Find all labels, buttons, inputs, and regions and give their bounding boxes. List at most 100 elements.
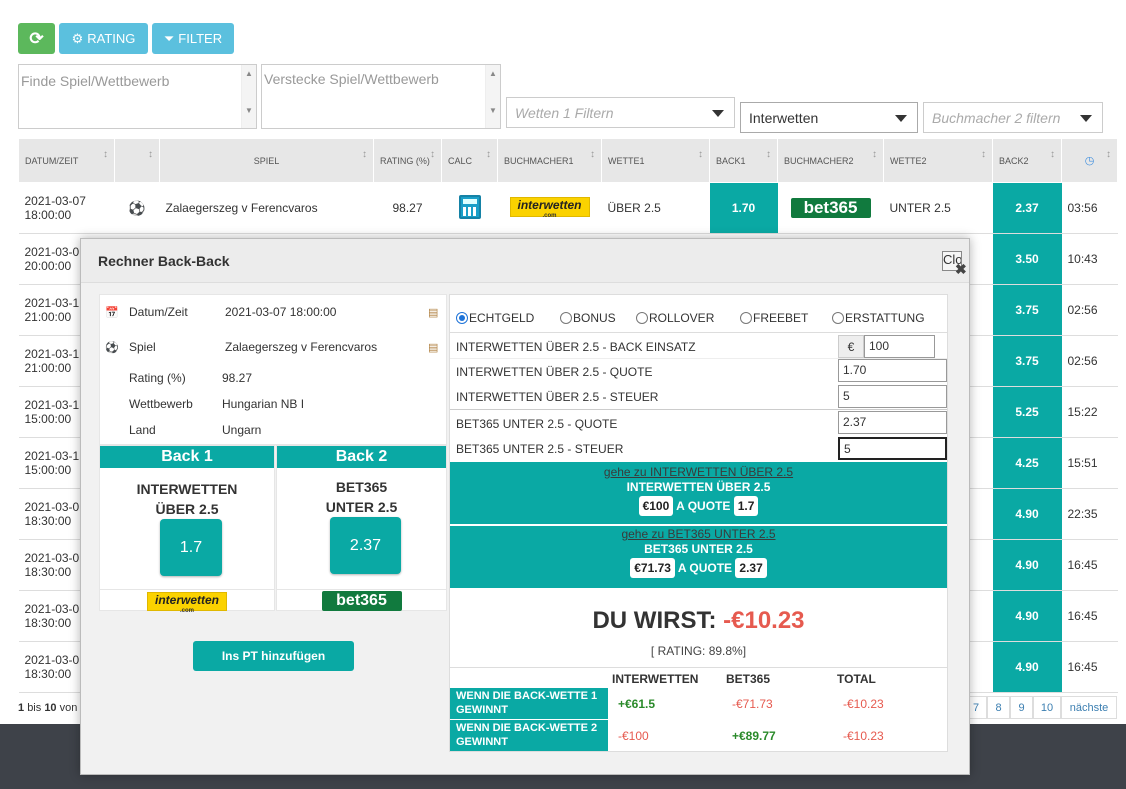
col-header-calc[interactable]: CALC ↕ <box>441 138 498 183</box>
summary-row2-v2: +€89.77 <box>732 729 776 743</box>
table-row[interactable]: 2021-03-07 18:00:00 ⚽ Zalaegerszeg v Fere… <box>18 182 1118 234</box>
info-land-label: Land <box>129 423 156 437</box>
row-back2[interactable]: 4.90 <box>992 539 1062 591</box>
info-wettbewerb-value: Hungarian NB I <box>222 397 305 411</box>
sort-icon: ↕ <box>1106 149 1111 160</box>
mode-bonus[interactable]: BONUS <box>560 311 616 325</box>
copy-icon[interactable]: ▤ <box>428 306 438 319</box>
find-game-input[interactable]: Finde Spiel/Wettbewerb ▲ ▼ <box>18 64 257 129</box>
col-header-bookmaker1[interactable]: BUCHMACHER1 ↕ <box>497 138 602 183</box>
radio-icon <box>636 312 648 324</box>
add-to-pt-button[interactable]: Ins PT hinzufügen <box>193 641 354 671</box>
col-header-bet2[interactable]: WETTE2 ↕ <box>883 138 993 183</box>
go2-stake: €71.73 <box>630 558 675 578</box>
result-line: DU WIRST: -€10.23 <box>450 607 947 635</box>
row-bookmaker1-logo[interactable]: interwetten .com <box>497 182 602 234</box>
row-timer: 02:56 <box>1061 284 1118 336</box>
mode-echtgeld[interactable]: ECHTGELD <box>456 311 534 325</box>
row-back2[interactable]: 3.50 <box>992 233 1062 285</box>
back1-bet: ÜBER 2.5 <box>155 501 219 517</box>
col-header-rating[interactable]: RATING (%) ↕ <box>373 138 442 183</box>
sort-icon: ↕ <box>981 149 986 160</box>
go-bookmaker1-link[interactable]: gehe zu INTERWETTEN ÜBER 2.5 <box>450 465 947 479</box>
pagination-page-9[interactable]: 9 <box>1010 696 1033 719</box>
go-bookmaker2-link[interactable]: gehe zu BET365 UNTER 2.5 <box>450 527 947 541</box>
radio-icon <box>560 312 572 324</box>
quote1-input[interactable]: 1.70 <box>838 359 947 382</box>
row-back2[interactable]: 3.75 <box>992 284 1062 336</box>
col-header-bookmaker2[interactable]: BUCHMACHER2 ↕ <box>777 138 884 183</box>
row-back2[interactable]: 4.90 <box>992 590 1062 642</box>
hide-game-scrollbar[interactable]: ▲ ▼ <box>485 65 500 128</box>
col-header-back1[interactable]: BACK1 ↕ <box>709 138 778 183</box>
col-header-timer[interactable]: ◷ ↕ <box>1061 138 1118 183</box>
row-back2[interactable]: 4.25 <box>992 437 1062 489</box>
summary-header-bookmaker2: BET365 <box>726 672 771 686</box>
calculator-icon[interactable] <box>441 182 498 234</box>
bookmaker1-value: Interwetten <box>749 109 819 126</box>
info-spiel-value: Zalaegerszeg v Ferencvaros <box>225 340 378 354</box>
pagination-page-10[interactable]: 10 <box>1033 696 1061 719</box>
refresh-button[interactable]: ⟳ <box>18 23 55 54</box>
bet365-logo[interactable]: bet365 <box>321 591 402 611</box>
close-icon[interactable]: ✖ <box>955 261 967 278</box>
row-back2[interactable]: 3.75 <box>992 335 1062 387</box>
quote1-label: INTERWETTEN ÜBER 2.5 - QUOTE <box>456 365 653 379</box>
row-back2[interactable]: 4.90 <box>992 641 1062 693</box>
mode-rollover[interactable]: ROLLOVER <box>636 311 714 325</box>
wetten1-filter-select[interactable]: Wetten 1 Filtern <box>506 97 735 128</box>
row-timer: 02:56 <box>1061 335 1118 387</box>
mode-erstattung[interactable]: ERSTATTUNG <box>832 311 925 325</box>
mode-freebet[interactable]: FREEBET <box>740 311 808 325</box>
tax1-label: INTERWETTEN ÜBER 2.5 - STEUER <box>456 390 659 404</box>
info-datum-value: 2021-03-07 18:00:00 <box>225 305 337 319</box>
hide-game-input[interactable]: Verstecke Spiel/Wettbewerb ▲ ▼ <box>261 64 501 129</box>
row-back1[interactable]: 1.70 <box>709 182 778 234</box>
back1-odds-button[interactable]: 1.7 <box>160 519 222 576</box>
row-back2[interactable]: 5.25 <box>992 386 1062 438</box>
tax2-input[interactable]: 5 <box>838 437 947 460</box>
back1-panel: Back 1 INTERWETTEN ÜBER 2.5 1.7 interwet… <box>99 445 275 614</box>
col-header-game[interactable]: SPIEL ↕ <box>159 138 374 183</box>
soccer-ball-icon: ⚽ <box>105 341 119 354</box>
back2-odds-button[interactable]: 2.37 <box>330 517 401 574</box>
row-timer: 16:45 <box>1061 641 1118 693</box>
row-back2[interactable]: 4.90 <box>992 488 1062 540</box>
radio-icon <box>832 312 844 324</box>
result-label: DU WIRST: <box>592 607 717 634</box>
stake-input[interactable]: 100 <box>864 335 935 358</box>
filter-icon: ⏷ <box>163 30 175 46</box>
soccer-ball-icon: ⚽ <box>114 182 160 234</box>
sort-icon: ↕ <box>103 149 108 160</box>
back1-header: Back 1 <box>100 446 274 468</box>
find-game-scrollbar[interactable]: ▲ ▼ <box>241 65 256 128</box>
go2-odds: 2.37 <box>735 558 767 578</box>
event-info-panel: 📅 Datum/Zeit 2021-03-07 18:00:00 ▤ ⚽ Spi… <box>99 294 447 445</box>
col-header-date[interactable]: DATUM/ZEIT ↕ <box>18 138 115 183</box>
result-value: -€10.23 <box>723 607 805 634</box>
go1-odds: 1.7 <box>733 496 759 516</box>
row-datetime: 2021-03-07 18:00:00 <box>18 182 115 234</box>
stake-label: INTERWETTEN ÜBER 2.5 - BACK EINSATZ <box>456 340 696 354</box>
col-header-bet1[interactable]: WETTE1 ↕ <box>601 138 710 183</box>
pagination-page-8[interactable]: 8 <box>987 696 1010 719</box>
bookmaker1-select[interactable]: Interwetten <box>740 102 918 133</box>
col-header-sport[interactable]: ↕ <box>114 138 160 183</box>
col-header-back2[interactable]: BACK2 ↕ <box>992 138 1062 183</box>
rating-button-label: RATING <box>87 31 136 46</box>
sort-icon: ↕ <box>486 149 491 160</box>
filter-button[interactable]: ⏷ FILTER <box>152 23 234 54</box>
row-back2[interactable]: 2.37 <box>992 182 1062 234</box>
rating-button[interactable]: ⚙ RATING <box>59 23 148 54</box>
row-bookmaker2-logo[interactable]: bet365 <box>777 182 884 234</box>
pagination-next[interactable]: nächste <box>1061 696 1117 719</box>
interwetten-logo[interactable]: interwetten .com <box>147 592 227 614</box>
refresh-icon: ⟳ <box>29 28 44 48</box>
quote2-input[interactable]: 2.37 <box>838 411 947 434</box>
bookmaker2-filter-select[interactable]: Buchmacher 2 filtern <box>923 102 1103 133</box>
copy-icon[interactable]: ▤ <box>428 341 438 354</box>
tax1-input[interactable]: 5 <box>838 385 947 408</box>
back1-logo-area: interwetten .com <box>100 589 274 614</box>
chevron-down-icon <box>1080 115 1092 122</box>
go2-a-quote: A QUOTE <box>677 561 733 575</box>
